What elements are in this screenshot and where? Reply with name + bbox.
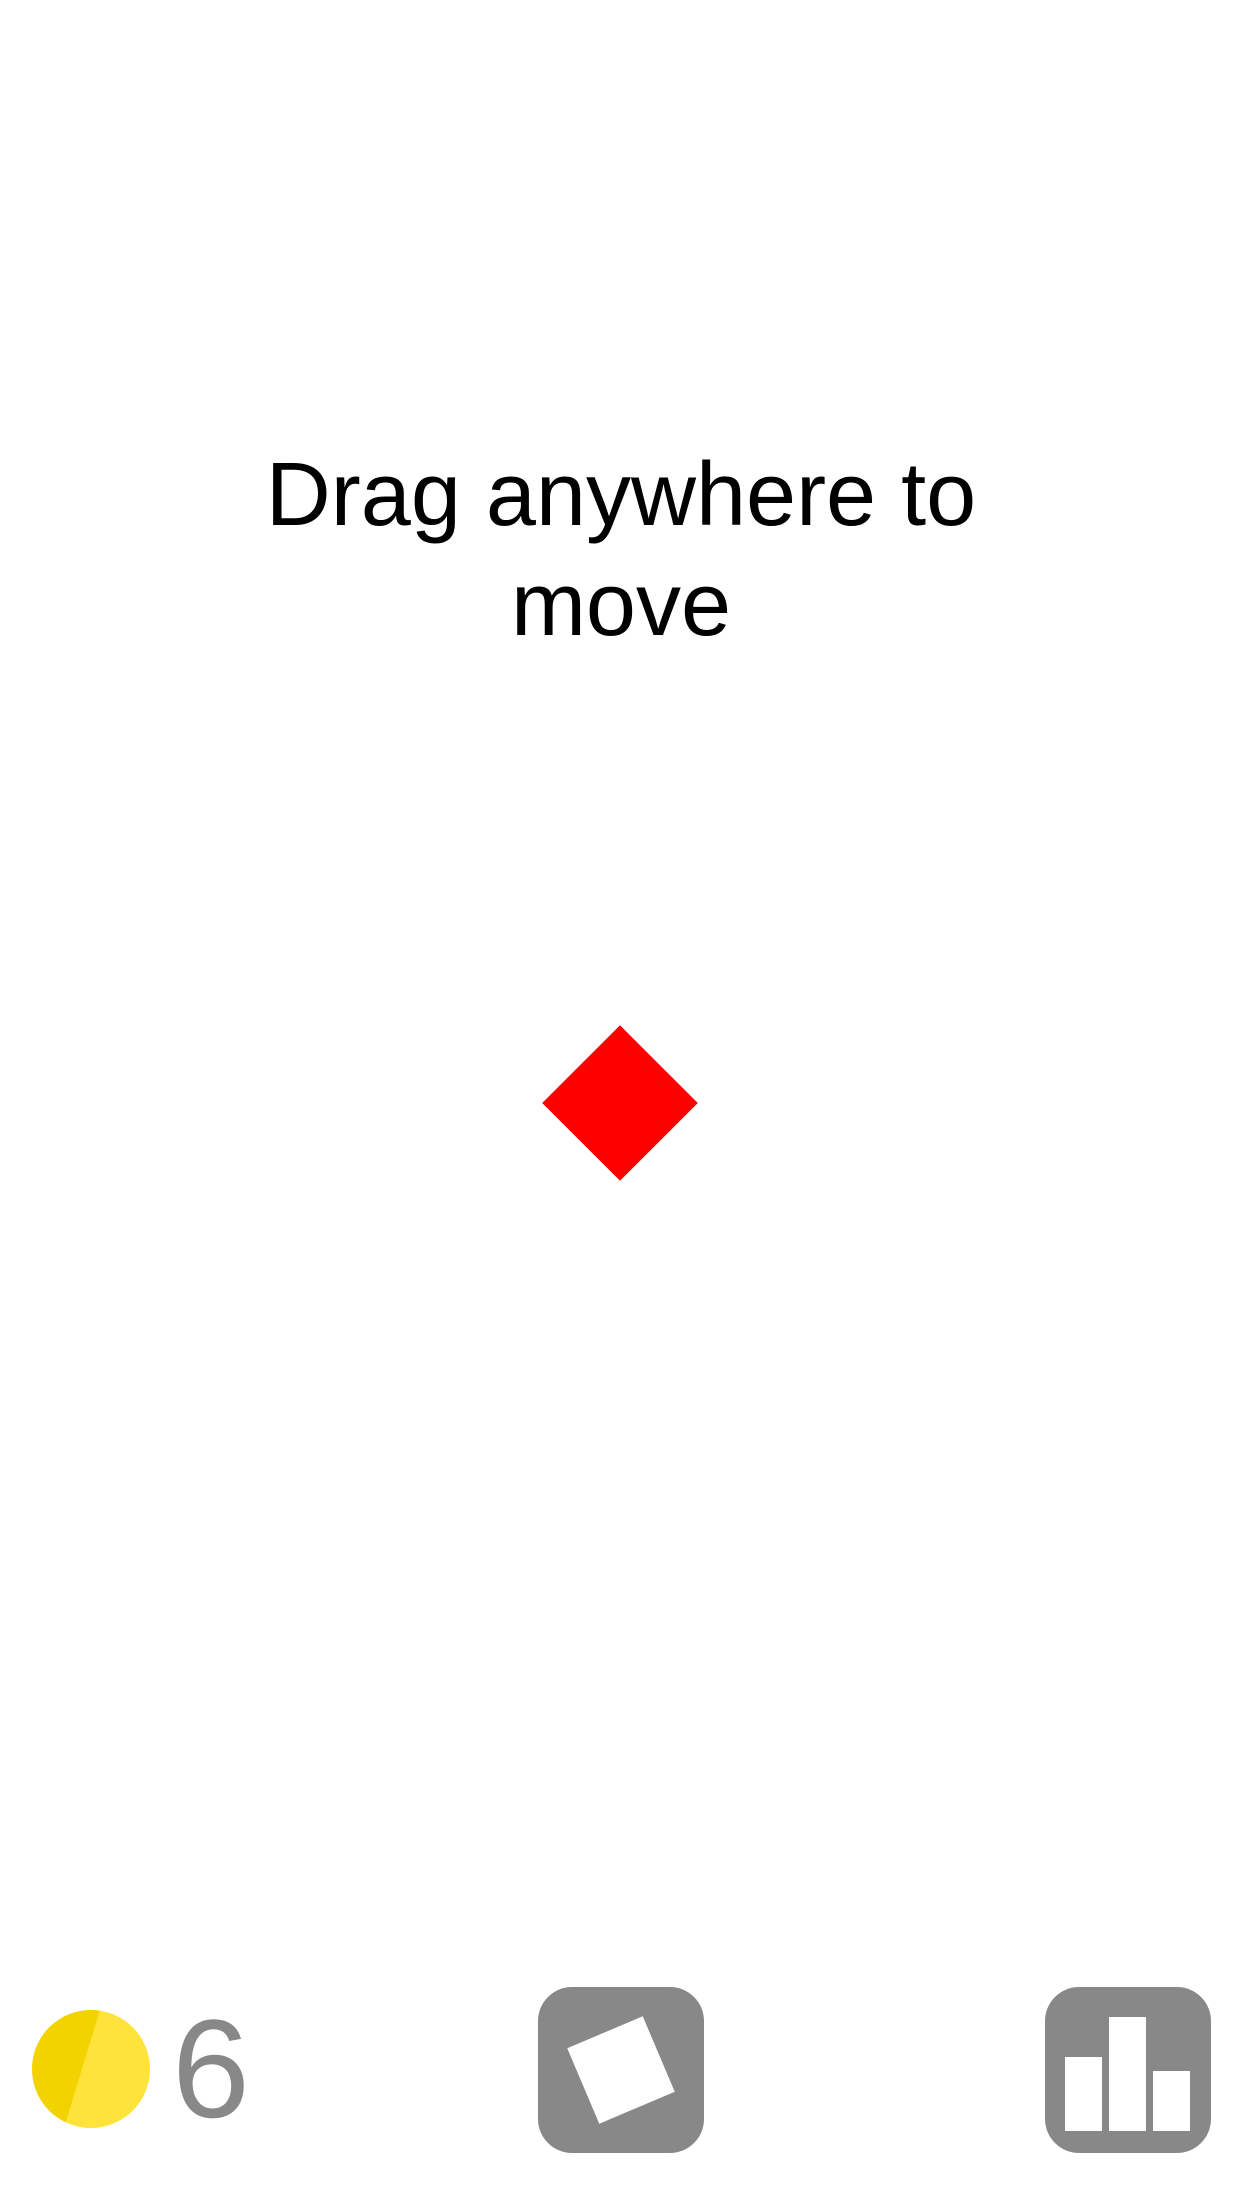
instruction-line-1: Drag anywhere to — [265, 445, 977, 545]
bottom-bar: 6 — [0, 1980, 1242, 2153]
bar-chart-icon — [1065, 2017, 1190, 2131]
coin-count: 6 — [172, 1990, 250, 2147]
square-skin-icon — [567, 2016, 675, 2124]
coin-icon — [32, 2010, 150, 2128]
leaderboard-button[interactable] — [1045, 1987, 1211, 2153]
instruction-text: Drag anywhere to move — [0, 440, 1242, 660]
coin-counter: 6 — [32, 1990, 250, 2147]
player-diamond[interactable] — [542, 1025, 698, 1181]
instruction-line-2: move — [510, 555, 732, 655]
skin-select-button[interactable] — [538, 1987, 704, 2153]
